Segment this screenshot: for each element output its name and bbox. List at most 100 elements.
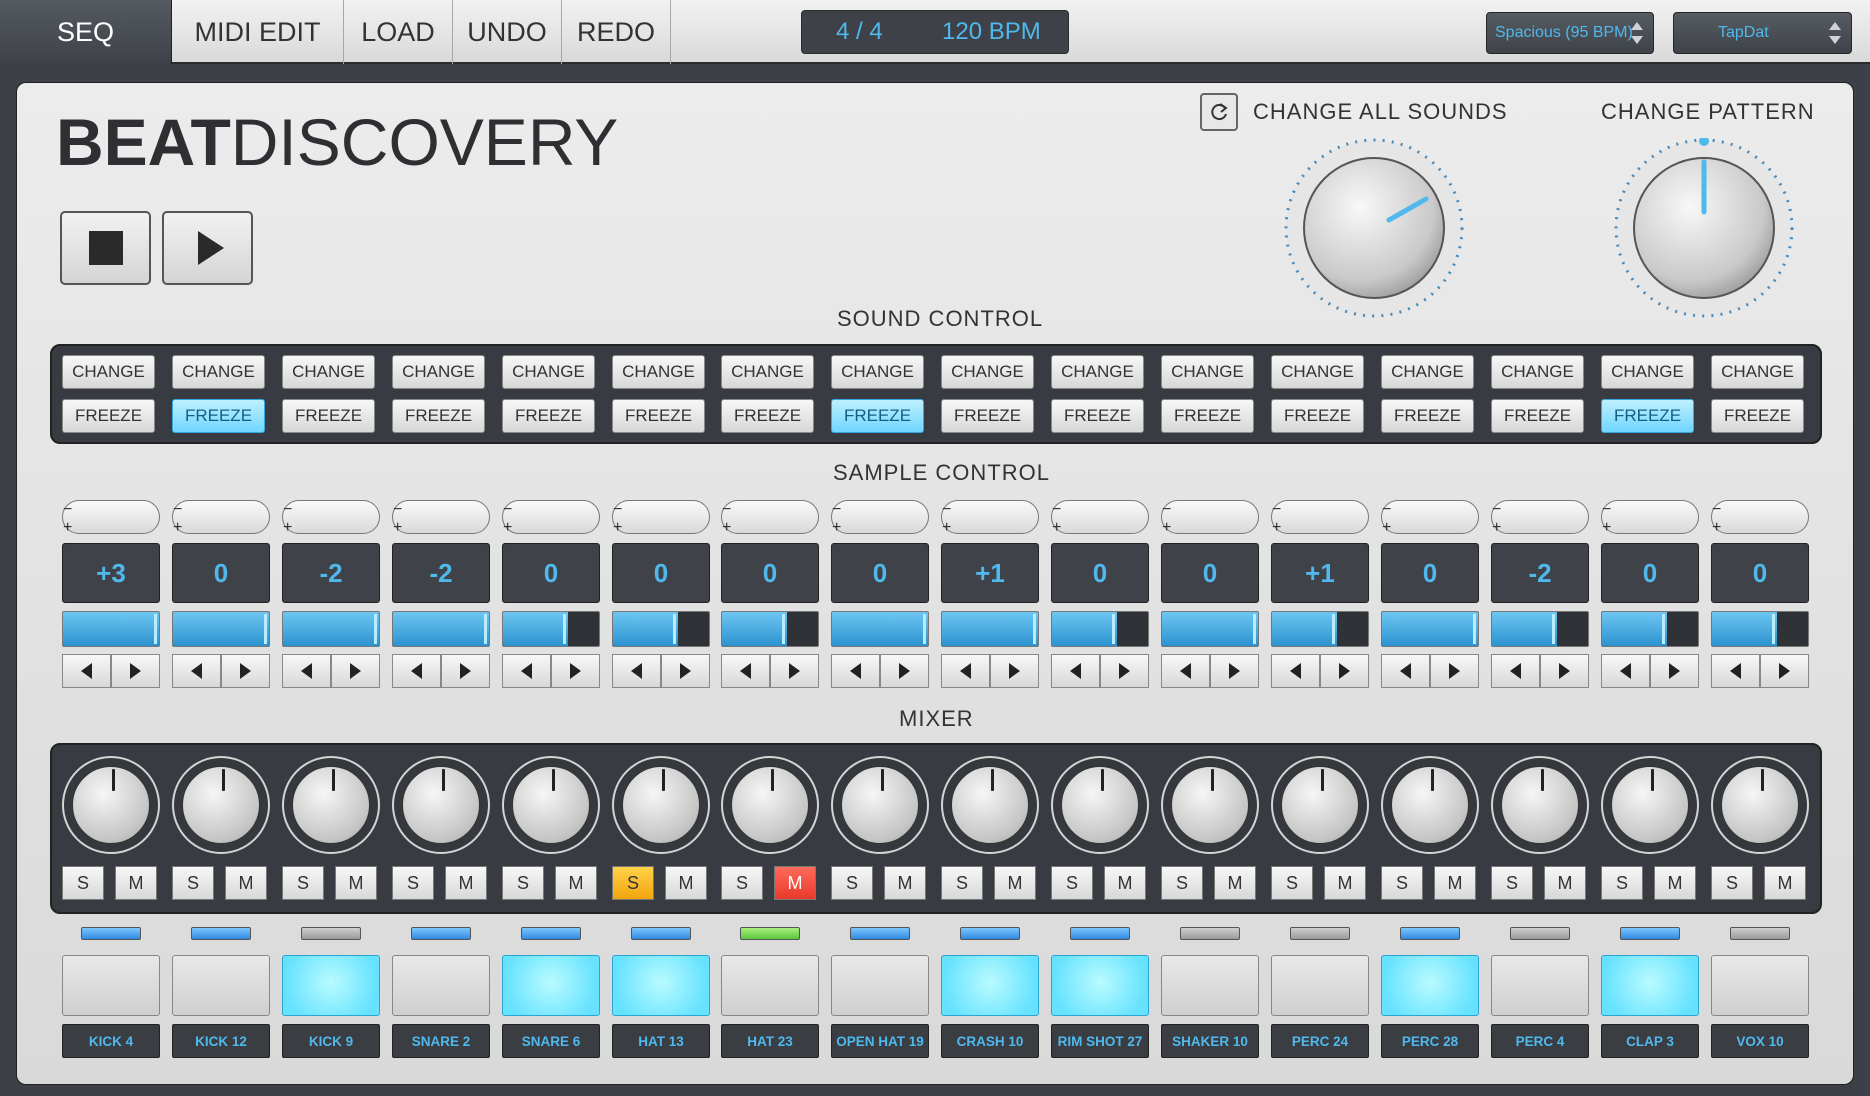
sample-position-bar[interactable]	[612, 611, 710, 647]
change-button[interactable]: CHANGE	[502, 355, 595, 389]
freeze-button[interactable]: FREEZE	[1491, 399, 1584, 433]
freeze-button[interactable]: FREEZE	[172, 399, 265, 433]
plus-button[interactable]: +	[1382, 519, 1478, 537]
next-sample-button[interactable]	[990, 654, 1039, 688]
volume-knob[interactable]	[62, 756, 160, 854]
load-button[interactable]: LOAD	[344, 0, 453, 64]
drum-pad[interactable]	[612, 955, 710, 1016]
sample-position-bar[interactable]	[1381, 611, 1479, 647]
pitch-stepper[interactable]: − +	[62, 500, 160, 536]
volume-knob[interactable]	[831, 756, 929, 854]
solo-button[interactable]: S	[172, 866, 214, 900]
sample-position-bar[interactable]	[1711, 611, 1809, 647]
solo-button[interactable]: S	[502, 866, 544, 900]
minus-button[interactable]: −	[1162, 501, 1258, 519]
next-sample-button[interactable]	[111, 654, 160, 688]
freeze-button[interactable]: FREEZE	[1711, 399, 1804, 433]
next-sample-button[interactable]	[1430, 654, 1479, 688]
mute-button[interactable]: M	[774, 866, 816, 900]
change-all-sounds-knob[interactable]	[1284, 138, 1464, 318]
pitch-stepper[interactable]: − +	[831, 500, 929, 536]
kit-select[interactable]: TapDat	[1673, 12, 1852, 54]
minus-button[interactable]: −	[832, 501, 928, 519]
style-select[interactable]: Spacious (95 BPM)	[1486, 12, 1654, 54]
mute-button[interactable]: M	[115, 866, 157, 900]
next-sample-button[interactable]	[880, 654, 929, 688]
solo-button[interactable]: S	[1381, 866, 1423, 900]
refresh-icon[interactable]	[1200, 93, 1238, 131]
change-button[interactable]: CHANGE	[1491, 355, 1584, 389]
next-sample-button[interactable]	[661, 654, 710, 688]
sample-position-bar[interactable]	[172, 611, 270, 647]
freeze-button[interactable]: FREEZE	[282, 399, 375, 433]
minus-button[interactable]: −	[1712, 501, 1808, 519]
minus-button[interactable]: −	[722, 501, 818, 519]
drum-pad[interactable]	[1271, 955, 1369, 1016]
mute-button[interactable]: M	[994, 866, 1036, 900]
pitch-stepper[interactable]: − +	[1711, 500, 1809, 536]
next-sample-button[interactable]	[1760, 654, 1809, 688]
pitch-stepper[interactable]: − +	[1271, 500, 1369, 536]
mute-button[interactable]: M	[445, 866, 487, 900]
mute-button[interactable]: M	[1654, 866, 1696, 900]
change-button[interactable]: CHANGE	[721, 355, 814, 389]
solo-button[interactable]: S	[721, 866, 763, 900]
minus-button[interactable]: −	[393, 501, 489, 519]
solo-button[interactable]: S	[282, 866, 324, 900]
pitch-stepper[interactable]: − +	[1381, 500, 1479, 537]
minus-button[interactable]: −	[1492, 501, 1588, 519]
prev-sample-button[interactable]	[1161, 654, 1210, 688]
drum-pad[interactable]	[941, 955, 1039, 1016]
sample-position-bar[interactable]	[1491, 611, 1589, 647]
solo-button[interactable]: S	[1161, 866, 1203, 900]
sample-position-bar[interactable]	[502, 611, 600, 647]
freeze-button[interactable]: FREEZE	[941, 399, 1034, 433]
change-button[interactable]: CHANGE	[831, 355, 924, 389]
change-button[interactable]: CHANGE	[1381, 355, 1474, 389]
minus-button[interactable]: −	[1272, 501, 1368, 519]
volume-knob[interactable]	[1381, 756, 1479, 854]
mute-button[interactable]: M	[1104, 866, 1146, 900]
minus-button[interactable]: −	[1382, 501, 1478, 519]
prev-sample-button[interactable]	[1271, 654, 1320, 688]
drum-pad[interactable]	[1491, 955, 1589, 1016]
solo-button[interactable]: S	[1051, 866, 1093, 900]
drum-pad[interactable]	[1381, 955, 1479, 1016]
sample-position-bar[interactable]	[392, 611, 490, 647]
stop-button[interactable]	[60, 211, 151, 285]
freeze-button[interactable]: FREEZE	[1381, 399, 1474, 433]
mute-button[interactable]: M	[884, 866, 926, 900]
drum-pad[interactable]	[1161, 955, 1259, 1016]
pitch-stepper[interactable]: − +	[721, 500, 819, 536]
drum-pad[interactable]	[1051, 955, 1149, 1016]
freeze-button[interactable]: FREEZE	[62, 399, 155, 433]
mute-button[interactable]: M	[1764, 866, 1806, 900]
solo-button[interactable]: S	[831, 866, 873, 900]
tab-midi-edit[interactable]: MIDI EDIT	[172, 0, 344, 64]
plus-button[interactable]: +	[613, 519, 709, 537]
volume-knob[interactable]	[282, 756, 380, 854]
pitch-stepper[interactable]: − +	[941, 500, 1039, 537]
plus-button[interactable]: +	[942, 519, 1038, 537]
plus-button[interactable]: +	[503, 519, 599, 537]
change-button[interactable]: CHANGE	[62, 355, 155, 389]
sample-position-bar[interactable]	[62, 611, 160, 647]
prev-sample-button[interactable]	[1381, 654, 1430, 688]
prev-sample-button[interactable]	[612, 654, 661, 688]
solo-button[interactable]: S	[392, 866, 434, 900]
sample-position-bar[interactable]	[1601, 611, 1699, 647]
pitch-stepper[interactable]: − +	[172, 500, 270, 536]
pitch-stepper[interactable]: − +	[502, 500, 600, 537]
freeze-button[interactable]: FREEZE	[1271, 399, 1364, 433]
drum-pad[interactable]	[1711, 955, 1809, 1016]
plus-button[interactable]: +	[283, 519, 379, 537]
volume-knob[interactable]	[502, 756, 600, 854]
change-button[interactable]: CHANGE	[172, 355, 265, 389]
drum-pad[interactable]	[392, 955, 490, 1016]
prev-sample-button[interactable]	[1051, 654, 1100, 688]
drum-pad[interactable]	[172, 955, 270, 1016]
solo-button[interactable]: S	[1601, 866, 1643, 900]
solo-button[interactable]: S	[1711, 866, 1753, 900]
pitch-stepper[interactable]: − +	[612, 500, 710, 537]
solo-button[interactable]: S	[941, 866, 983, 900]
